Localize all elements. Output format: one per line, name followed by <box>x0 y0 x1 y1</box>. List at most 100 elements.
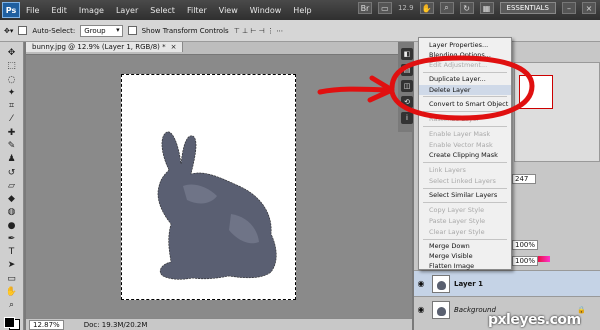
watermark: pxleyes.com <box>488 312 581 328</box>
menu-item-merge-visible[interactable]: Merge Visible <box>419 251 511 261</box>
zoom-level[interactable]: 12.9 <box>398 4 414 12</box>
eyedropper-icon[interactable]: ⁄ <box>4 114 20 124</box>
menu-item-flatten-image[interactable]: Flatten Image <box>419 261 511 271</box>
menu-item-blending-options[interactable]: Blending Options... <box>419 50 511 60</box>
bridge-icon[interactable]: Br <box>357 2 372 14</box>
menu-item-copy-layer-style: Copy Layer Style <box>429 206 485 214</box>
navigator-view-box[interactable] <box>519 75 553 109</box>
status-zoom[interactable]: 12.87% <box>29 319 64 330</box>
opacity-row: 100% <box>512 240 539 250</box>
menu-item-convert-smart-object[interactable]: Convert to Smart Object <box>419 99 511 109</box>
menu-item-duplicate-layer[interactable]: Duplicate Layer... <box>419 74 511 84</box>
auto-select-checkbox[interactable] <box>18 26 28 35</box>
auto-select-dropdown[interactable]: Group <box>80 24 123 37</box>
layer-name[interactable]: Layer 1 <box>454 280 483 288</box>
navigator-icon[interactable]: ◧ <box>401 48 413 60</box>
move-icon[interactable]: ✥ <box>4 48 20 58</box>
color-swatches[interactable] <box>3 317 20 330</box>
hand-icon[interactable]: ✋ <box>419 2 434 14</box>
pen-icon[interactable]: ✒ <box>4 234 20 244</box>
paint-bucket-icon[interactable]: ◆ <box>4 194 20 204</box>
menu-filter[interactable]: Filter <box>181 6 213 15</box>
show-transform-label: Show Transform Controls <box>141 26 229 35</box>
move-tool-icon[interactable]: ✥▾ <box>4 27 13 35</box>
menu-separator <box>423 202 507 203</box>
menu-window[interactable]: Window <box>244 6 288 15</box>
menu-right-controls: Br ▭ 12.9 ✋ ⌕ ↻ ▦ ESSENTIALS – × <box>357 2 596 14</box>
menu-separator <box>423 126 507 127</box>
history-brush-icon[interactable]: ↺ <box>4 167 20 178</box>
eye-icon[interactable]: ◉ <box>414 305 428 314</box>
lasso-icon[interactable]: ◌ <box>4 75 20 85</box>
menu-layer[interactable]: Layer <box>110 6 144 15</box>
menu-image[interactable]: Image <box>73 6 110 15</box>
shape-icon[interactable]: ▭ <box>4 274 20 284</box>
menu-item-rasterize-layer: Rasterize Layer <box>429 115 480 123</box>
zoom-tool-icon[interactable]: ⌕ <box>4 300 20 310</box>
menu-item-enable-layer-mask: Enable Layer Mask <box>429 130 491 138</box>
panel-value-field[interactable]: 247 <box>512 174 536 184</box>
layer-row[interactable]: ◉ Layer 1 <box>414 270 600 296</box>
histogram-icon[interactable]: ▤ <box>401 64 413 76</box>
menu-bar: Ps File Edit Image Layer Select Filter V… <box>0 0 600 20</box>
fill-field[interactable]: 100% <box>512 256 539 266</box>
app-logo: Ps <box>2 2 20 18</box>
menu-item-layer-properties[interactable]: Layer Properties... <box>419 40 511 50</box>
photoshop-window: Ps File Edit Image Layer Select Filter V… <box>0 0 600 330</box>
menu-item-select-linked-layers: Select Linked Layers <box>429 177 496 185</box>
layer-context-menu: Layer Properties... Blending Options... … <box>418 37 512 270</box>
status-bar: 12.87% Doc: 19.3M/20.2M <box>26 318 412 330</box>
menu-view[interactable]: View <box>213 6 244 15</box>
rotate-view-icon[interactable]: ↻ <box>459 2 474 14</box>
minimize-icon[interactable]: – <box>562 2 576 14</box>
menu-item-enable-vector-mask: Enable Vector Mask <box>429 141 493 149</box>
eye-icon[interactable]: ◉ <box>414 279 428 288</box>
document-tab[interactable]: bunny.jpg @ 12.9% (Layer 1, RGB/8) * × <box>26 42 412 55</box>
close-window-icon[interactable]: × <box>582 2 596 14</box>
healing-brush-icon[interactable]: ✚ <box>4 128 20 138</box>
zoom-icon[interactable]: ⌕ <box>439 2 454 14</box>
navigator-thumbnail[interactable] <box>514 62 600 162</box>
magic-wand-icon[interactable]: ✦ <box>4 88 20 98</box>
menu-file[interactable]: File <box>20 6 45 15</box>
info-icon[interactable]: i <box>401 112 413 124</box>
path-select-icon[interactable]: ➤ <box>4 260 20 270</box>
menu-select[interactable]: Select <box>144 6 181 15</box>
menu-separator <box>423 188 507 189</box>
dodge-icon[interactable]: ● <box>4 220 20 231</box>
eraser-icon[interactable]: ▱ <box>4 181 20 191</box>
screen-mode-icon[interactable]: ▭ <box>377 2 392 14</box>
auto-select-label: Auto-Select: <box>32 26 76 35</box>
menu-item-delete-layer[interactable]: Delete Layer <box>419 85 511 95</box>
canvas[interactable] <box>121 74 296 300</box>
bunny-image <box>157 131 277 280</box>
menu-item-select-similar-layers[interactable]: Select Similar Layers <box>419 190 511 200</box>
hand-tool-icon[interactable]: ✋ <box>4 287 20 297</box>
menu-item-merge-down[interactable]: Merge Down <box>419 241 511 251</box>
show-transform-checkbox[interactable] <box>127 26 137 35</box>
align-icons[interactable]: ⊤ ⊥ ⊢ ⊣ ⋮ ⋯ <box>234 27 284 35</box>
blur-icon[interactable]: ◍ <box>4 207 20 217</box>
menu-item-create-clipping-mask[interactable]: Create Clipping Mask <box>419 150 511 160</box>
menu-item-clear-layer-style: Clear Layer Style <box>429 228 485 236</box>
crop-icon[interactable]: ⌗ <box>4 101 20 111</box>
clone-stamp-icon[interactable]: ♟ <box>4 154 20 164</box>
arrange-documents-icon[interactable]: ▦ <box>479 2 494 14</box>
opacity-field[interactable]: 100% <box>512 240 539 250</box>
menu-edit[interactable]: Edit <box>45 6 73 15</box>
menu-separator <box>423 96 507 97</box>
menu-item-link-layers: Link Layers <box>429 166 466 174</box>
type-icon[interactable]: T <box>4 247 20 257</box>
foreground-color[interactable] <box>3 317 15 329</box>
layers-icon[interactable]: ◫ <box>401 80 413 92</box>
workspace-switcher[interactable]: ESSENTIALS <box>499 2 556 14</box>
menu-separator <box>423 239 507 240</box>
marquee-icon[interactable]: ⬚ <box>4 61 20 71</box>
brush-icon[interactable]: ✎ <box>4 141 20 151</box>
menu-help[interactable]: Help <box>287 6 317 15</box>
layer-thumbnail <box>432 274 450 293</box>
menu-item-edit-adjustment: Edit Adjustment... <box>429 61 488 69</box>
history-icon[interactable]: ⟲ <box>401 96 413 108</box>
status-doc-size[interactable]: Doc: 19.3M/20.2M <box>84 321 148 329</box>
close-document-icon[interactable]: × <box>171 43 177 51</box>
